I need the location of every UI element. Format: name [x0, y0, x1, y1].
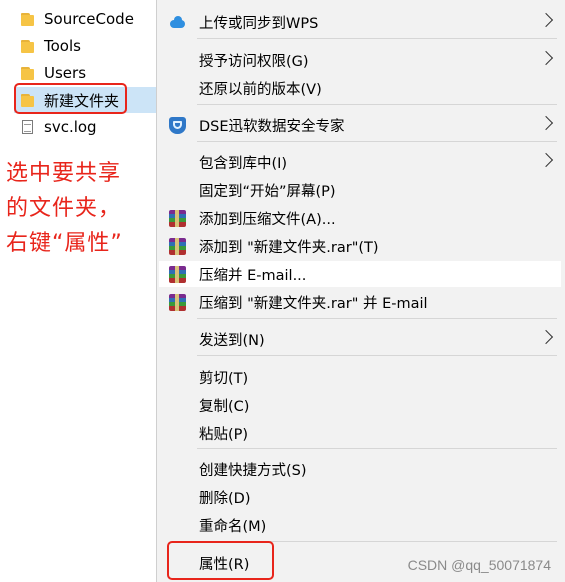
- menu-item-pin-start[interactable]: 固定到“开始”屏幕(P): [159, 177, 561, 203]
- list-item-svc-log[interactable]: svc.log: [14, 114, 156, 140]
- cloud-icon: [169, 14, 186, 31]
- winrar-icon: [169, 238, 186, 255]
- chevron-right-icon: [538, 50, 554, 66]
- menu-item-label: 上传或同步到WPS: [199, 15, 319, 32]
- list-item-label: Users: [44, 64, 87, 82]
- menu-item-restore-versions[interactable]: 还原以前的版本(V): [159, 75, 561, 101]
- menu-item-label: 创建快捷方式(S): [199, 462, 307, 479]
- menu-separator: [197, 141, 557, 142]
- annotation-line: 的文件夹，: [6, 196, 122, 221]
- menu-item-label: 剪切(T): [199, 370, 249, 387]
- list-item-label: svc.log: [44, 118, 97, 136]
- chevron-right-icon: [538, 329, 554, 345]
- watermark: CSDN @qq_50071874: [407, 557, 551, 573]
- menu-item-label: 重命名(M): [199, 518, 267, 535]
- annotation-text: 选中要共享 的文件夹， 右键“属性”: [6, 156, 156, 261]
- folder-icon: [20, 11, 36, 27]
- menu-item-label: 授予访问权限(G): [199, 53, 309, 70]
- menu-separator: [197, 318, 557, 319]
- file-icon: [20, 119, 36, 135]
- winrar-icon: [169, 266, 186, 283]
- menu-item-label: 添加到 "新建文件夹.rar"(T): [199, 239, 379, 256]
- menu-separator: [197, 448, 557, 449]
- list-item-tools[interactable]: Tools: [14, 33, 156, 59]
- menu-item-rename[interactable]: 重命名(M): [159, 512, 561, 538]
- menu-item-send-to[interactable]: 发送到(N): [159, 326, 561, 352]
- highlight-box-properties: [167, 541, 274, 580]
- menu-item-include-library[interactable]: 包含到库中(I): [159, 149, 561, 175]
- menu-item-copy[interactable]: 复制(C): [159, 392, 561, 418]
- annotation-line: 右键“属性”: [6, 231, 123, 256]
- menu-item-delete[interactable]: 删除(D): [159, 484, 561, 510]
- menu-separator: [197, 38, 557, 39]
- list-item-label: Tools: [44, 37, 81, 55]
- winrar-icon: [169, 210, 186, 227]
- context-menu: 上传或同步到WPS 授予访问权限(G) 还原以前的版本(V) DSE迅软数据安全…: [156, 0, 565, 582]
- menu-item-add-rar[interactable]: 添加到 "新建文件夹.rar"(T): [159, 233, 561, 259]
- menu-item-upload-wps[interactable]: 上传或同步到WPS: [159, 9, 561, 35]
- menu-item-label: 压缩并 E-mail...: [199, 267, 307, 284]
- menu-separator: [197, 104, 557, 105]
- menu-item-add-archive[interactable]: 添加到压缩文件(A)...: [159, 205, 561, 231]
- menu-item-label: 还原以前的版本(V): [199, 81, 322, 98]
- menu-item-create-shortcut[interactable]: 创建快捷方式(S): [159, 456, 561, 482]
- chevron-right-icon: [538, 115, 554, 131]
- menu-item-label: 复制(C): [199, 398, 250, 415]
- menu-item-compress-rar-email[interactable]: 压缩到 "新建文件夹.rar" 并 E-mail: [159, 289, 561, 315]
- folder-icon: [20, 38, 36, 54]
- menu-item-paste[interactable]: 粘贴(P): [159, 420, 561, 446]
- menu-item-label: 压缩到 "新建文件夹.rar" 并 E-mail: [199, 295, 428, 312]
- menu-item-label: 添加到压缩文件(A)...: [199, 211, 336, 228]
- menu-item-label: 粘贴(P): [199, 426, 249, 443]
- shield-icon: [169, 117, 186, 134]
- folder-icon: [20, 65, 36, 81]
- menu-item-cut[interactable]: 剪切(T): [159, 364, 561, 390]
- list-item-label: SourceCode: [44, 10, 134, 28]
- winrar-icon: [169, 294, 186, 311]
- chevron-right-icon: [538, 12, 554, 28]
- menu-item-compress-email[interactable]: 压缩并 E-mail...: [159, 261, 561, 287]
- highlight-box-folder: [14, 83, 127, 114]
- menu-separator: [197, 355, 557, 356]
- explorer-file-list: SourceCode Tools Users 新建文件夹 svc.log 选中要…: [0, 0, 156, 582]
- chevron-right-icon: [538, 152, 554, 168]
- annotation-line: 选中要共享: [6, 161, 122, 186]
- menu-item-label: 发送到(N): [199, 332, 265, 349]
- list-item-sourcecode[interactable]: SourceCode: [14, 6, 156, 32]
- menu-item-label: 删除(D): [199, 490, 251, 507]
- menu-item-dse[interactable]: DSE迅软数据安全专家: [159, 112, 561, 138]
- menu-item-label: 包含到库中(I): [199, 155, 288, 172]
- menu-item-grant-access[interactable]: 授予访问权限(G): [159, 47, 561, 73]
- menu-item-label: 固定到“开始”屏幕(P): [199, 183, 336, 200]
- menu-item-label: DSE迅软数据安全专家: [199, 118, 345, 135]
